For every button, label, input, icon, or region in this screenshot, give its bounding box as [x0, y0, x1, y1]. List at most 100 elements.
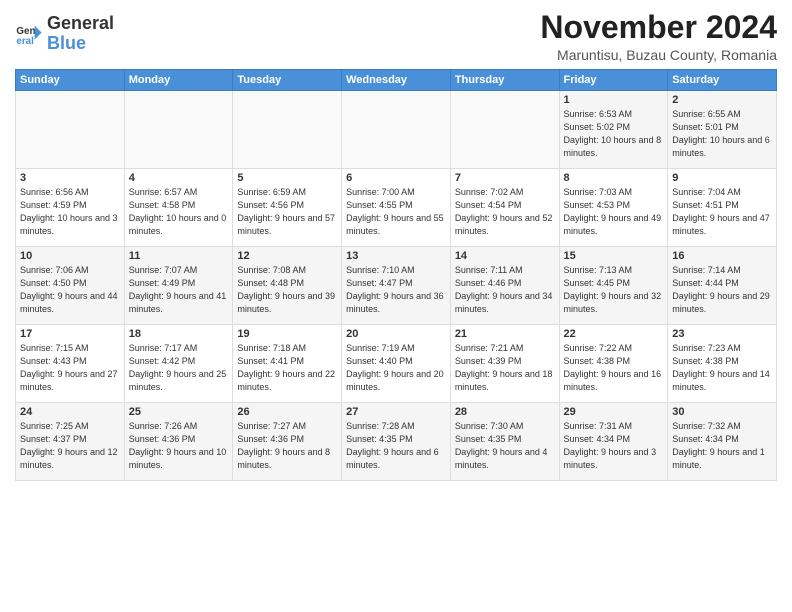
cell-w2-d2: 12 Sunrise: 7:08 AM Sunset: 4:48 PM Dayli… — [233, 247, 342, 325]
logo-icon: Gen eral — [15, 20, 43, 48]
page: Gen eral General Blue November 2024 Maru… — [0, 0, 792, 612]
cell-w0-d1 — [124, 91, 233, 169]
week-row-3: 17 Sunrise: 7:15 AM Sunset: 4:43 PM Dayli… — [16, 325, 777, 403]
day-info: Sunrise: 7:08 AM Sunset: 4:48 PM Dayligh… — [237, 264, 337, 316]
day-number: 30 — [672, 406, 772, 418]
day-number: 15 — [564, 250, 664, 262]
header-row: Sunday Monday Tuesday Wednesday Thursday… — [16, 70, 777, 91]
day-info: Sunrise: 7:11 AM Sunset: 4:46 PM Dayligh… — [455, 264, 555, 316]
day-number: 20 — [346, 328, 446, 340]
day-number: 19 — [237, 328, 337, 340]
cell-w4-d2: 26 Sunrise: 7:27 AM Sunset: 4:36 PM Dayli… — [233, 403, 342, 481]
calendar-table: Sunday Monday Tuesday Wednesday Thursday… — [15, 69, 777, 481]
cell-w3-d6: 23Sunrise: 7:23 AM Sunset: 4:38 PM Dayli… — [668, 325, 777, 403]
col-saturday: Saturday — [668, 70, 777, 91]
header: Gen eral General Blue November 2024 Maru… — [15, 10, 777, 63]
cell-w0-d3 — [342, 91, 451, 169]
day-number: 10 — [20, 250, 120, 262]
day-number: 23 — [672, 328, 772, 340]
day-number: 13 — [346, 250, 446, 262]
day-info: Sunrise: 7:04 AM Sunset: 4:51 PM Dayligh… — [672, 186, 772, 238]
cell-w4-d0: 24Sunrise: 7:25 AM Sunset: 4:37 PM Dayli… — [16, 403, 125, 481]
day-info: Sunrise: 7:32 AM Sunset: 4:34 PM Dayligh… — [672, 420, 772, 472]
week-row-1: 3Sunrise: 6:56 AM Sunset: 4:59 PM Daylig… — [16, 169, 777, 247]
day-number: 9 — [672, 172, 772, 184]
col-wednesday: Wednesday — [342, 70, 451, 91]
cell-w0-d5: 1Sunrise: 6:53 AM Sunset: 5:02 PM Daylig… — [559, 91, 668, 169]
logo: Gen eral General Blue — [15, 14, 114, 54]
day-number: 25 — [129, 406, 229, 418]
day-info: Sunrise: 6:57 AM Sunset: 4:58 PM Dayligh… — [129, 186, 229, 238]
day-number: 17 — [20, 328, 120, 340]
day-info: Sunrise: 7:10 AM Sunset: 4:47 PM Dayligh… — [346, 264, 446, 316]
main-title: November 2024 — [540, 10, 777, 45]
cell-w3-d0: 17 Sunrise: 7:15 AM Sunset: 4:43 PM Dayli… — [16, 325, 125, 403]
cell-w3-d3: 20Sunrise: 7:19 AM Sunset: 4:40 PM Dayli… — [342, 325, 451, 403]
svg-text:eral: eral — [16, 36, 34, 47]
week-row-2: 10 Sunrise: 7:06 AM Sunset: 4:50 PM Dayli… — [16, 247, 777, 325]
day-info: Sunrise: 7:25 AM Sunset: 4:37 PM Dayligh… — [20, 420, 120, 472]
day-info: Sunrise: 7:17 AM Sunset: 4:42 PM Dayligh… — [129, 342, 229, 394]
day-info: Sunrise: 7:30 AM Sunset: 4:35 PM Dayligh… — [455, 420, 555, 472]
day-info: Sunrise: 7:31 AM Sunset: 4:34 PM Dayligh… — [564, 420, 664, 472]
cell-w2-d6: 16 Sunrise: 7:14 AM Sunset: 4:44 PM Dayli… — [668, 247, 777, 325]
col-tuesday: Tuesday — [233, 70, 342, 91]
cell-w1-d1: 4Sunrise: 6:57 AM Sunset: 4:58 PM Daylig… — [124, 169, 233, 247]
cell-w2-d3: 13 Sunrise: 7:10 AM Sunset: 4:47 PM Dayli… — [342, 247, 451, 325]
cell-w4-d6: 30 Sunrise: 7:32 AM Sunset: 4:34 PM Dayli… — [668, 403, 777, 481]
day-number: 3 — [20, 172, 120, 184]
day-info: Sunrise: 7:13 AM Sunset: 4:45 PM Dayligh… — [564, 264, 664, 316]
cell-w1-d6: 9 Sunrise: 7:04 AM Sunset: 4:51 PM Daylig… — [668, 169, 777, 247]
week-row-0: 1Sunrise: 6:53 AM Sunset: 5:02 PM Daylig… — [16, 91, 777, 169]
cell-w2-d0: 10 Sunrise: 7:06 AM Sunset: 4:50 PM Dayli… — [16, 247, 125, 325]
day-info: Sunrise: 7:03 AM Sunset: 4:53 PM Dayligh… — [564, 186, 664, 238]
subtitle: Maruntisu, Buzau County, Romania — [540, 47, 777, 63]
day-number: 26 — [237, 406, 337, 418]
day-info: Sunrise: 7:00 AM Sunset: 4:55 PM Dayligh… — [346, 186, 446, 238]
day-number: 1 — [564, 94, 664, 106]
day-number: 8 — [564, 172, 664, 184]
cell-w1-d3: 6 Sunrise: 7:00 AM Sunset: 4:55 PM Daylig… — [342, 169, 451, 247]
day-info: Sunrise: 7:07 AM Sunset: 4:49 PM Dayligh… — [129, 264, 229, 316]
day-info: Sunrise: 7:28 AM Sunset: 4:35 PM Dayligh… — [346, 420, 446, 472]
cell-w0-d4 — [450, 91, 559, 169]
col-sunday: Sunday — [16, 70, 125, 91]
day-number: 5 — [237, 172, 337, 184]
day-number: 16 — [672, 250, 772, 262]
day-number: 7 — [455, 172, 555, 184]
cell-w4-d5: 29 Sunrise: 7:31 AM Sunset: 4:34 PM Dayli… — [559, 403, 668, 481]
cell-w3-d2: 19 Sunrise: 7:18 AM Sunset: 4:41 PM Dayli… — [233, 325, 342, 403]
day-info: Sunrise: 7:06 AM Sunset: 4:50 PM Dayligh… — [20, 264, 120, 316]
day-info: Sunrise: 7:02 AM Sunset: 4:54 PM Dayligh… — [455, 186, 555, 238]
cell-w1-d5: 8 Sunrise: 7:03 AM Sunset: 4:53 PM Daylig… — [559, 169, 668, 247]
cell-w0-d2 — [233, 91, 342, 169]
day-number: 6 — [346, 172, 446, 184]
day-info: Sunrise: 7:18 AM Sunset: 4:41 PM Dayligh… — [237, 342, 337, 394]
col-thursday: Thursday — [450, 70, 559, 91]
cell-w1-d4: 7 Sunrise: 7:02 AM Sunset: 4:54 PM Daylig… — [450, 169, 559, 247]
day-info: Sunrise: 6:59 AM Sunset: 4:56 PM Dayligh… — [237, 186, 337, 238]
day-number: 29 — [564, 406, 664, 418]
cell-w1-d0: 3Sunrise: 6:56 AM Sunset: 4:59 PM Daylig… — [16, 169, 125, 247]
logo-text: General Blue — [47, 14, 114, 54]
cell-w4-d4: 28Sunrise: 7:30 AM Sunset: 4:35 PM Dayli… — [450, 403, 559, 481]
day-info: Sunrise: 7:27 AM Sunset: 4:36 PM Dayligh… — [237, 420, 337, 472]
cell-w3-d4: 21Sunrise: 7:21 AM Sunset: 4:39 PM Dayli… — [450, 325, 559, 403]
week-row-4: 24Sunrise: 7:25 AM Sunset: 4:37 PM Dayli… — [16, 403, 777, 481]
day-number: 21 — [455, 328, 555, 340]
cell-w4-d1: 25 Sunrise: 7:26 AM Sunset: 4:36 PM Dayli… — [124, 403, 233, 481]
cell-w2-d4: 14Sunrise: 7:11 AM Sunset: 4:46 PM Dayli… — [450, 247, 559, 325]
day-number: 11 — [129, 250, 229, 262]
day-info: Sunrise: 7:26 AM Sunset: 4:36 PM Dayligh… — [129, 420, 229, 472]
cell-w4-d3: 27Sunrise: 7:28 AM Sunset: 4:35 PM Dayli… — [342, 403, 451, 481]
col-monday: Monday — [124, 70, 233, 91]
cell-w2-d5: 15 Sunrise: 7:13 AM Sunset: 4:45 PM Dayli… — [559, 247, 668, 325]
cell-w2-d1: 11 Sunrise: 7:07 AM Sunset: 4:49 PM Dayli… — [124, 247, 233, 325]
logo-line2: Blue — [47, 34, 114, 54]
day-number: 12 — [237, 250, 337, 262]
cell-w3-d5: 22Sunrise: 7:22 AM Sunset: 4:38 PM Dayli… — [559, 325, 668, 403]
day-info: Sunrise: 7:15 AM Sunset: 4:43 PM Dayligh… — [20, 342, 120, 394]
day-info: Sunrise: 7:14 AM Sunset: 4:44 PM Dayligh… — [672, 264, 772, 316]
title-block: November 2024 Maruntisu, Buzau County, R… — [540, 10, 777, 63]
cell-w3-d1: 18Sunrise: 7:17 AM Sunset: 4:42 PM Dayli… — [124, 325, 233, 403]
